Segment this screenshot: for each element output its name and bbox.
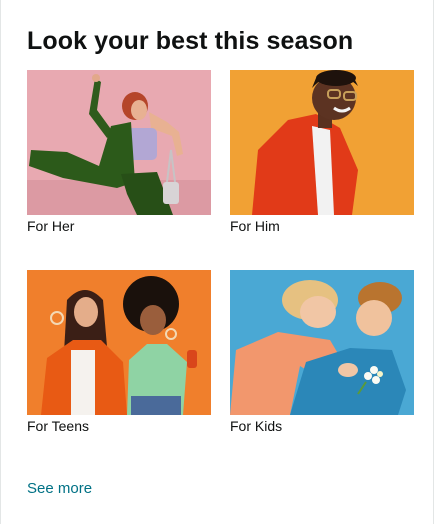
card-title: Look your best this season [27,27,354,55]
for-kids-label[interactable]: For Kids [230,417,414,435]
category-card: Look your best this season For Her For H… [0,0,434,524]
for-kids-image[interactable] [230,270,414,415]
for-her-label[interactable]: For Her [27,217,211,235]
for-teens-label[interactable]: For Teens [27,417,211,435]
for-teens-image[interactable] [27,270,211,415]
tile-for-teens[interactable]: For Teens [27,270,211,435]
tile-for-her[interactable]: For Her [27,70,211,235]
for-him-label[interactable]: For Him [230,217,414,235]
see-more-link[interactable]: See more [27,479,92,499]
for-him-image[interactable] [230,70,414,215]
for-her-image[interactable] [27,70,211,215]
tile-for-kids[interactable]: For Kids [230,270,414,435]
tile-for-him[interactable]: For Him [230,70,414,235]
